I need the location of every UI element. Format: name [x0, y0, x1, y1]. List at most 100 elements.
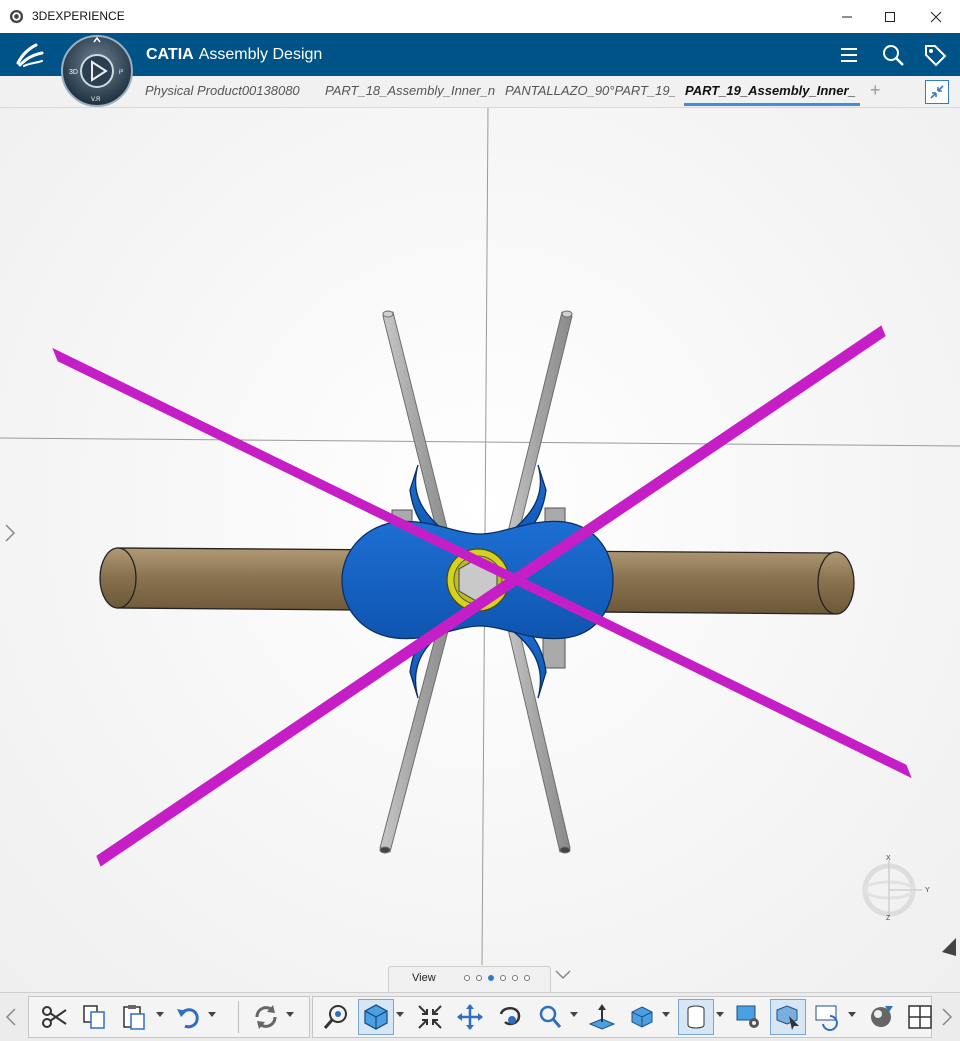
paste-button[interactable] [116, 999, 152, 1035]
close-icon [930, 11, 942, 22]
svg-text:Z: Z [886, 915, 891, 920]
collapse-view-button[interactable] [925, 80, 949, 104]
assembly-scene [0, 108, 960, 966]
refresh-view-icon [815, 1005, 838, 1031]
iso-view-icon [631, 1006, 653, 1028]
horizontal-axis-line [0, 437, 960, 447]
compass-widget[interactable]: 3D i³ V.R [60, 34, 134, 108]
zoom-dropdown[interactable] [570, 1012, 578, 1017]
scroll-right-icon[interactable] [940, 1007, 954, 1027]
view-section-tab[interactable]: View [388, 966, 551, 992]
fly-mode-icon [323, 1005, 347, 1029]
iso-view-dropdown[interactable] [662, 1012, 670, 1017]
svg-text:X: X [886, 855, 891, 862]
pan-button[interactable] [452, 999, 488, 1035]
select-icon [776, 1005, 799, 1030]
section-page-dots [464, 975, 530, 981]
paste-icon [123, 1005, 145, 1030]
minimize-button[interactable] [824, 0, 870, 33]
restore-button[interactable] [867, 0, 913, 33]
window-title: 3DEXPERIENCE [32, 9, 125, 23]
close-button[interactable] [913, 0, 959, 33]
action-bar [0, 992, 960, 1041]
paste-dropdown[interactable] [156, 1012, 164, 1017]
brand-name: CATIA [146, 46, 194, 63]
layout-button[interactable] [902, 999, 938, 1035]
app-header: CATIA Assembly Design [0, 33, 960, 76]
menu-icon[interactable] [836, 42, 862, 68]
page-dot[interactable] [500, 975, 506, 981]
render-settings-button[interactable] [730, 999, 766, 1035]
compass-icon: 3D i³ V.R [61, 35, 133, 107]
refresh-view-button[interactable] [810, 999, 846, 1035]
cut-icon [42, 1006, 67, 1028]
app-name: Assembly Design [198, 46, 323, 63]
rotate-icon [499, 1007, 521, 1026]
update-icon [255, 1005, 277, 1029]
refresh-view-dropdown[interactable] [848, 1012, 856, 1017]
undo-icon [177, 1008, 199, 1029]
svg-text:i³: i³ [119, 69, 124, 76]
fit-all-button[interactable] [412, 999, 448, 1035]
undo-button[interactable] [170, 999, 206, 1035]
page-dot[interactable] [464, 975, 470, 981]
stud-bottom-right [542, 635, 566, 669]
page-dot[interactable] [524, 975, 530, 981]
render-dropdown[interactable] [716, 1012, 724, 1017]
material-button[interactable] [864, 999, 900, 1035]
maximize-icon [885, 11, 895, 22]
document-tab-bar: Physical Product00138080 PART_18_Assembl… [0, 76, 960, 108]
3d-viewport[interactable]: X Y Z [0, 108, 960, 992]
svg-text:3D: 3D [69, 69, 78, 76]
cut-button[interactable] [36, 999, 72, 1035]
pan-icon [457, 1004, 483, 1030]
update-dropdown[interactable] [286, 1012, 294, 1017]
update-button[interactable] [248, 999, 284, 1035]
cylinder-render-button[interactable] [678, 999, 714, 1035]
tab-pantallazo[interactable]: PANTALLAZO_90°PART_19_ [505, 83, 675, 98]
fly-mode-button[interactable] [318, 999, 354, 1035]
copy-icon [83, 1005, 105, 1029]
layout-icon [908, 1005, 932, 1029]
tag-icon[interactable] [922, 42, 948, 68]
fit-all-icon [418, 1005, 442, 1029]
normal-view-button[interactable] [584, 999, 620, 1035]
corner-resize-icon[interactable] [940, 936, 958, 958]
search-icon[interactable] [880, 42, 906, 68]
material-icon [871, 1006, 893, 1027]
active-tab-indicator [684, 103, 860, 106]
side-panel-expand-icon[interactable] [4, 522, 16, 544]
add-tab-button[interactable]: + [870, 80, 881, 101]
zoom-button[interactable] [532, 999, 568, 1035]
copy-button[interactable] [76, 999, 112, 1035]
toolbar-separator [238, 1001, 239, 1033]
svg-text:V.R: V.R [91, 97, 101, 103]
chevron-down-icon[interactable] [554, 968, 572, 982]
zoom-icon [539, 1005, 562, 1028]
iso-view-button[interactable] [624, 999, 660, 1035]
svg-text:Y: Y [925, 887, 930, 894]
window-title-bar: 3DEXPERIENCE [0, 0, 960, 34]
select-button[interactable] [770, 999, 806, 1035]
tab-physical-product[interactable]: Physical Product00138080 [145, 83, 313, 98]
app-brand: CATIA Assembly Design [146, 46, 322, 64]
undo-dropdown[interactable] [208, 1012, 216, 1017]
page-dot[interactable] [512, 975, 518, 981]
page-dot-active[interactable] [488, 975, 494, 981]
dassault-logo-icon [16, 43, 44, 67]
tab-part-18[interactable]: PART_18_Assembly_Inner_n [325, 83, 495, 98]
collapse-icon [930, 85, 944, 99]
render-settings-icon [736, 1005, 759, 1028]
cylinder-render-icon [687, 1005, 705, 1029]
page-dot[interactable] [476, 975, 482, 981]
cube-view-icon [364, 1004, 388, 1030]
tab-part-19[interactable]: PART_19_Assembly_Inner_ [685, 83, 857, 98]
view-tab-label: View [412, 972, 436, 984]
axis-triad[interactable]: X Y Z [858, 854, 934, 920]
rotate-button[interactable] [492, 999, 528, 1035]
3dexperience-app-icon [9, 9, 24, 24]
cube-view-dropdown[interactable] [396, 1012, 404, 1017]
scroll-left-icon[interactable] [4, 1007, 18, 1027]
minimize-icon [842, 16, 852, 17]
cube-view-button[interactable] [358, 999, 394, 1035]
